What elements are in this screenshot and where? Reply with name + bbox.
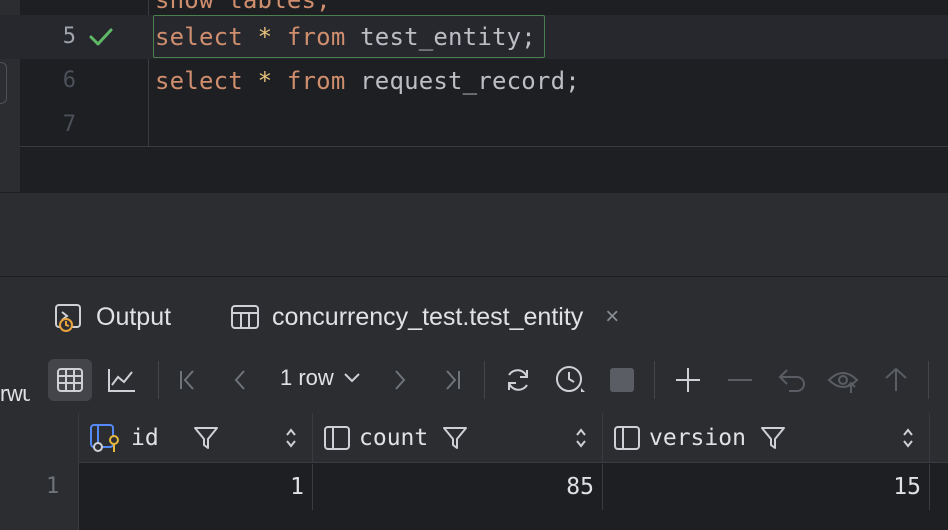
result-toolbar: 1 row [30,347,948,413]
last-page-icon [446,370,460,390]
sort-icon[interactable] [284,427,298,449]
chevron-down-icon [344,373,360,383]
column-header-count[interactable]: count [313,413,603,463]
code-statement: select * from request_record; [155,59,580,103]
last-page-button[interactable] [430,359,474,401]
undo-icon [778,369,805,392]
toolbar-separator [484,361,485,399]
sql-operator: * [257,67,273,95]
cell-count[interactable]: 85 [313,464,603,510]
eye-upload-icon [827,372,859,393]
table-row[interactable]: 1 1 85 15 [30,464,948,510]
line-number: 7 [62,112,76,137]
page-size-selector[interactable]: 1 row [280,365,362,391]
first-page-button[interactable] [166,359,210,401]
clock-icon [556,366,585,392]
executed-statement-highlight [153,15,545,58]
first-page-icon [180,370,194,390]
sql-keyword: select [155,67,243,95]
services-tool-window: rwu Output concurrency_test.test_entity … [0,276,948,530]
chart-icon [108,369,135,392]
arrow-up-icon [885,367,907,391]
column-name: id [131,425,159,451]
stop-button[interactable] [600,359,644,401]
refresh-icon [508,369,528,391]
tab-label: concurrency_test.test_entity [272,302,584,331]
row-number: 1 [46,474,60,499]
sql-editor[interactable]: show tables; 5 select * from test_entity… [0,0,948,192]
revert-button[interactable] [770,359,814,401]
toolbar-separator [928,361,929,399]
code-line-6[interactable]: 6 select * from request_record; [0,59,948,103]
empty-panel-area [0,192,948,276]
preview-changes-button[interactable] [822,359,866,401]
column-header-id[interactable]: id [79,413,313,463]
row-count-label: 1 row [280,365,334,390]
sort-icon[interactable] [901,427,915,449]
plus-icon [676,368,700,392]
primary-key-column-icon [90,424,119,452]
sql-keyword: from [286,67,346,95]
column-icon [614,426,640,450]
filter-icon[interactable] [760,425,786,451]
grid-header: id count version [30,413,948,463]
next-page-button[interactable] [378,359,422,401]
result-grid[interactable]: id count version 1 1 85 15 [30,413,948,530]
minus-icon [728,379,752,381]
tool-window-left-strip: rwu [0,277,34,530]
close-icon[interactable]: × [605,303,619,331]
add-row-button[interactable] [666,359,710,401]
check-icon [89,28,113,46]
editor-divider [20,146,948,147]
chevron-right-icon [395,370,406,390]
line-number: 6 [62,68,76,93]
grid-view-icon [57,368,83,392]
console-output-icon [55,304,81,332]
cell-version[interactable]: 15 [603,464,930,510]
column-header-version[interactable]: version [603,413,930,463]
toolbar-separator [654,361,655,399]
tab-output[interactable]: Output [54,287,171,347]
tab-label: Output [96,302,172,331]
toolbar-separator [158,361,159,399]
submit-button[interactable] [874,359,918,401]
result-tabs: Output concurrency_test.test_entity × [30,277,948,347]
chart-view-button[interactable] [100,359,144,401]
chevron-left-icon [234,370,245,390]
sql-semicolon: ; [565,67,580,95]
previous-page-button[interactable] [218,359,262,401]
stop-icon [610,368,634,392]
cell-id[interactable]: 1 [79,464,313,510]
column-name: version [649,425,746,451]
column-name: count [359,425,429,451]
table-icon [231,305,259,329]
filter-icon[interactable] [193,425,219,451]
table-view-button[interactable] [48,359,92,401]
history-button[interactable] [548,359,592,401]
sql-identifier: request_record [360,67,566,95]
line-number: 5 [62,24,76,49]
code-line-7[interactable]: 7 [0,103,948,147]
column-icon [324,426,350,450]
sort-icon[interactable] [574,427,588,449]
delete-row-button[interactable] [718,359,762,401]
tab-test-entity[interactable]: concurrency_test.test_entity × [230,287,619,347]
clipped-tree-label[interactable]: rwu [0,381,34,407]
refresh-button[interactable] [496,359,540,401]
filter-icon[interactable] [442,425,468,451]
